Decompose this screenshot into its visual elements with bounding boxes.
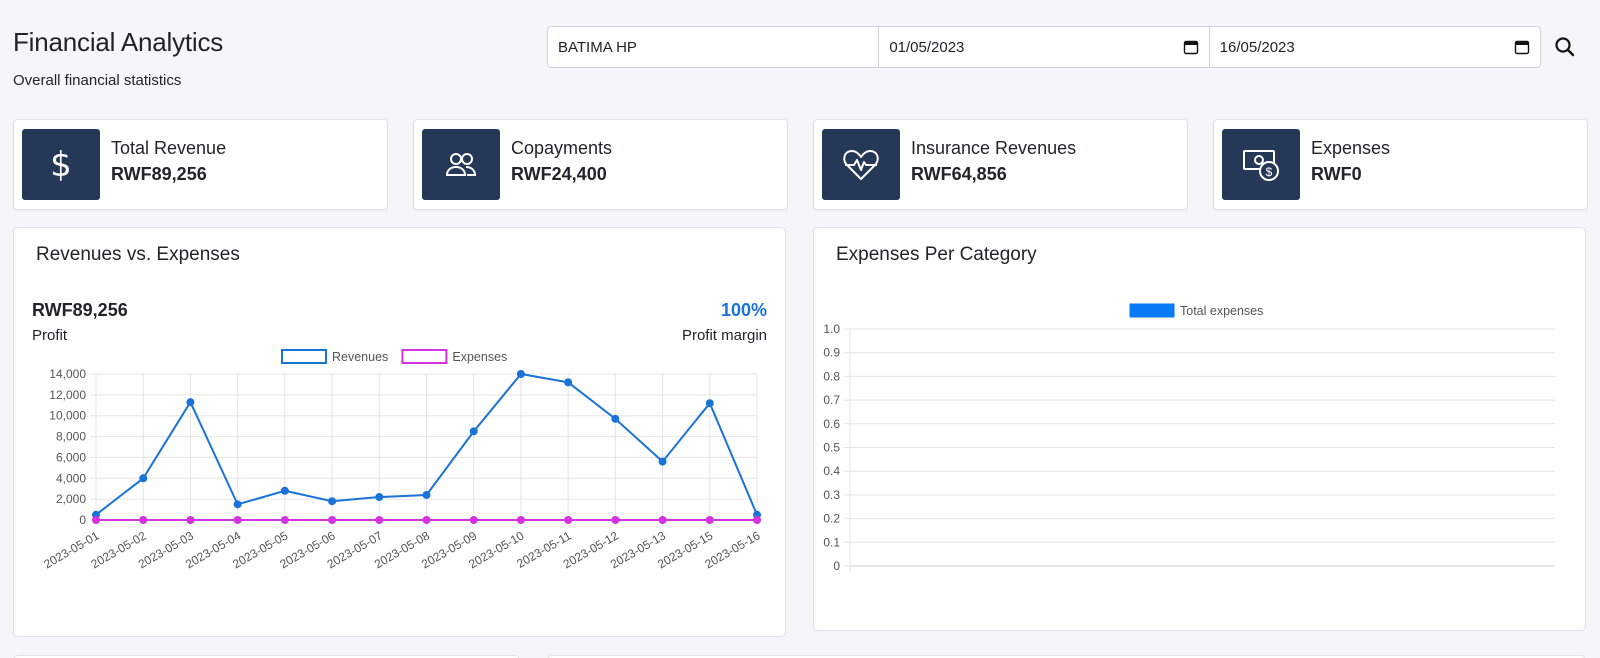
data-point [375,516,384,524]
stat-card-copayments: Copayments RWF24,400 [413,119,788,210]
revenues-expenses-chart: 02,0004,0006,0008,00010,00012,00014,0002… [41,349,763,571]
y-tick-label: 0.7 [823,393,840,407]
filter-bar: BATIMA HP 01/05/2023 16/05/2023 [547,26,1541,68]
profit-value: RWF89,256 [32,300,128,320]
data-point [328,497,337,506]
y-tick-label: 0.2 [823,512,840,526]
stat-card-total-revenue: $ Total Revenue RWF89,256 [13,119,388,210]
y-tick-label: 14,000 [49,367,86,381]
y-tick-label: 4,000 [56,471,86,485]
panel-title: Expenses Per Category [836,244,1037,265]
users-icon [422,129,500,200]
data-point [422,516,431,524]
calendar-icon[interactable] [1183,39,1199,55]
legend-label: Total expenses [1180,304,1263,318]
y-tick-label: 0.5 [823,441,840,455]
data-point [280,486,289,495]
y-tick-label: 0 [833,559,840,573]
stat-value: RWF24,400 [511,164,607,184]
legend-swatch [401,349,448,364]
search-icon[interactable] [1553,35,1577,59]
data-point [186,398,195,407]
data-point [611,516,620,524]
stat-card-insurance-revenues: Insurance Revenues RWF64,856 [813,119,1188,210]
data-point [705,516,714,524]
y-tick-label: 8,000 [56,430,86,444]
data-point [753,516,761,524]
data-point [658,516,667,524]
data-point [92,516,100,524]
data-point [658,457,667,466]
legend-label: Revenues [332,350,388,364]
data-point [233,516,242,524]
expenses-category-chart: 0 0.1 0.2 0.3 0.4 0.5 0.6 0.7 0.8 0.9 1.0 Total exp… [823,303,1555,573]
stat-value: RWF0 [1311,164,1362,184]
data-point [139,474,148,483]
legend-swatch [1129,303,1175,318]
data-point [516,370,525,378]
legend-label: Expenses [452,350,507,364]
profit-margin-value: 100% [720,300,767,320]
end-date-value: 16/05/2023 [1219,38,1295,56]
data-point [611,414,620,423]
data-point [705,399,714,408]
expenses-per-category-panel: Expenses Per Category 0 0.1 0.2 0.3 0.4 0.5 0.… [813,227,1586,631]
data-point [422,490,431,499]
data-point [516,516,525,524]
start-date-input[interactable]: 01/05/2023 [879,27,1210,67]
y-tick-label: 0.8 [823,369,840,383]
data-point [328,516,337,524]
cash-coin-icon: $ [1222,129,1300,200]
page-title: Financial Analytics [13,27,224,57]
data-point [280,516,289,524]
data-point [469,516,478,524]
panel-title: Revenues vs. Expenses [36,244,240,265]
y-tick-label: 10,000 [49,409,86,423]
facility-select[interactable]: BATIMA HP [548,27,880,67]
stat-label: Copayments [511,138,613,158]
y-tick-label: 2,000 [56,492,86,506]
stat-value: RWF89,256 [111,164,207,184]
stat-label: Total Revenue [111,138,227,158]
stat-card-expenses: $ Expenses RWF0 [1213,119,1588,210]
y-tick-label: 6,000 [56,450,86,464]
revenues-vs-expenses-panel: Revenues vs. Expenses RWF89,256 Profit 1… [13,227,786,637]
data-point [375,493,384,502]
start-date-value: 01/05/2023 [889,38,965,56]
y-tick-label: 0.6 [823,417,840,431]
y-tick-label: 12,000 [49,388,86,402]
stat-label: Expenses [1311,138,1391,158]
calendar-icon[interactable] [1514,39,1530,55]
y-tick-label: 0.3 [823,488,840,502]
stat-label: Insurance Revenues [911,138,1077,158]
legend-swatch [281,349,327,364]
y-tick-label: 0.1 [823,535,840,549]
data-point [233,500,242,509]
svg-text:$: $ [1266,165,1273,179]
end-date-input[interactable]: 16/05/2023 [1210,27,1540,67]
y-tick-label: 0 [79,513,86,527]
stat-value: RWF64,856 [911,164,1007,184]
heart-pulse-icon [822,129,900,200]
data-point [564,378,573,387]
y-tick-label: 1.0 [823,322,840,336]
page-subtitle: Overall financial statistics [13,72,182,89]
facility-value: BATIMA HP [558,38,637,56]
data-point [139,516,148,524]
dollar-icon: $ [22,129,100,200]
data-point [186,516,195,524]
data-point [564,516,573,524]
data-point [469,427,478,436]
y-tick-label: 0.4 [823,464,840,478]
y-tick-label: 0.9 [823,346,840,360]
